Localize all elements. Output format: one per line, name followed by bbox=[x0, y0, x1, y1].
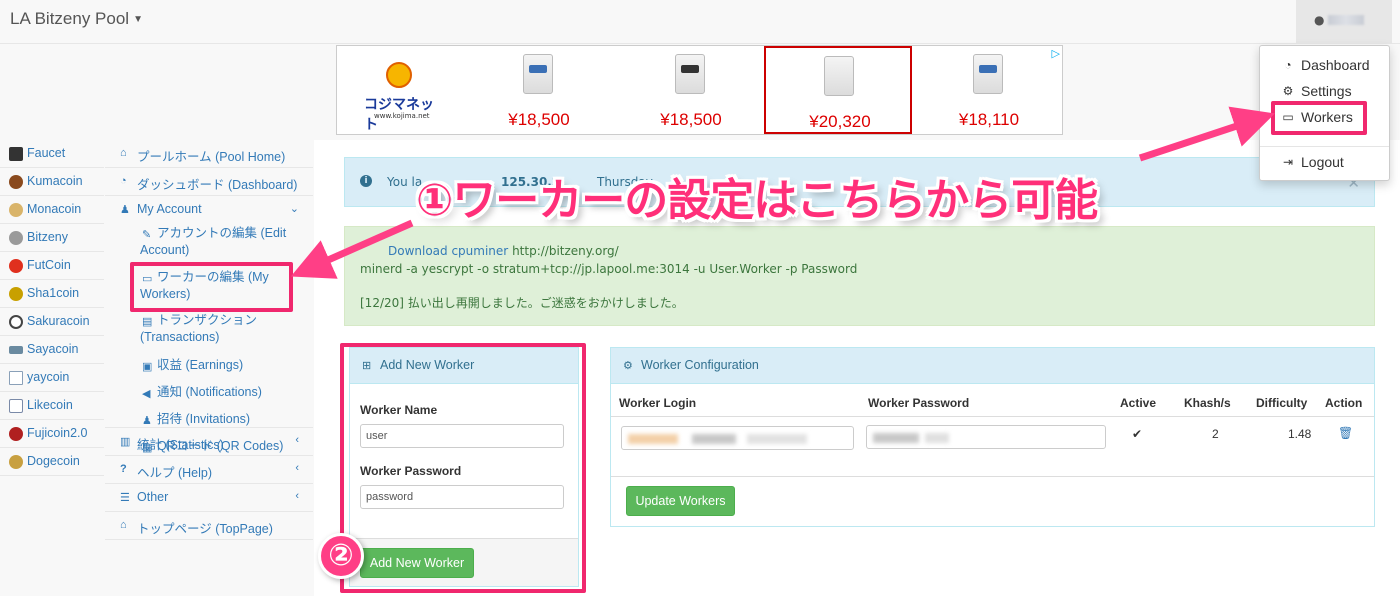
annotation-step1-mark: ① bbox=[416, 175, 453, 226]
annotation-step2: ② bbox=[318, 533, 364, 579]
annotation-step1: ①ワーカーの設定はこちらから可能 bbox=[416, 164, 1098, 228]
arrow-to-sidebar bbox=[290, 219, 414, 279]
arrow-to-menu bbox=[1138, 106, 1275, 162]
annotation-arrows bbox=[290, 106, 1275, 279]
annotation-step1-text: ワーカーの設定はこちらから可能 bbox=[452, 175, 1098, 226]
